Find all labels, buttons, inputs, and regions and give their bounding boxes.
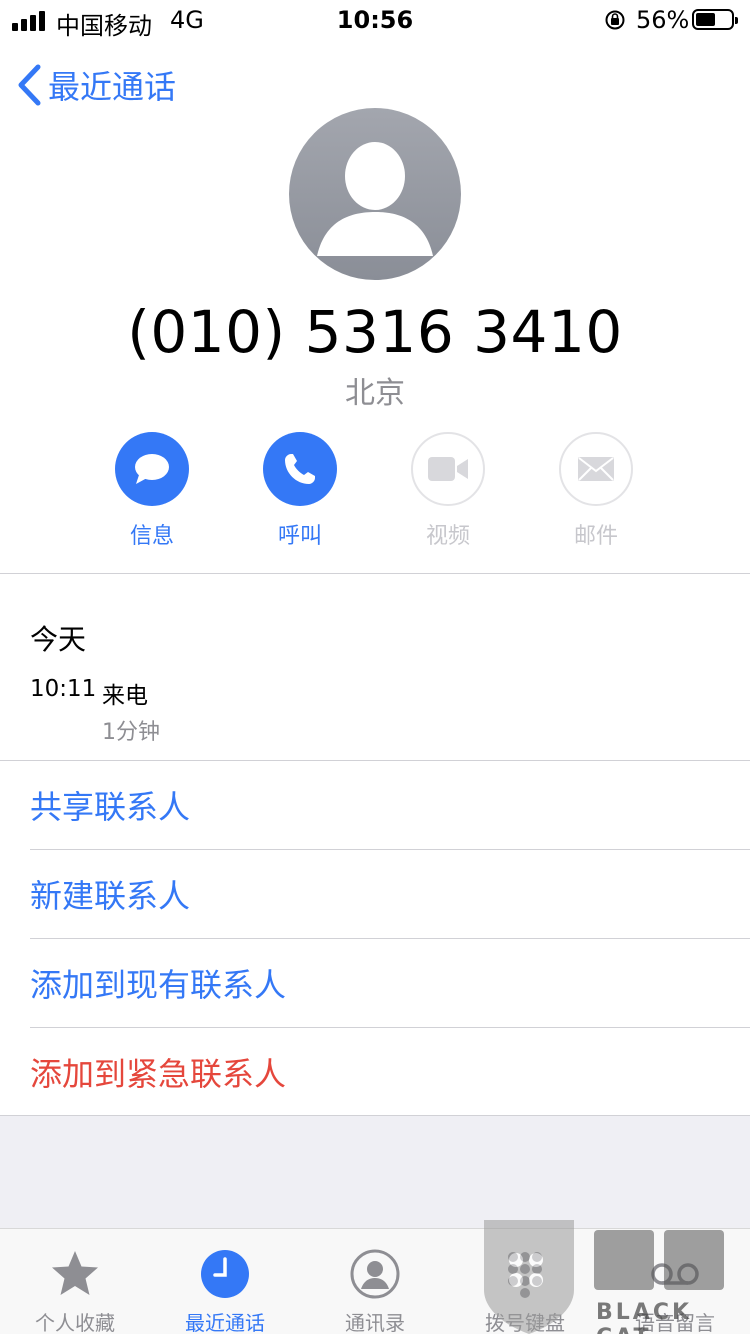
message-button-label: 信息 [129, 524, 174, 549]
person-silhouette-icon [317, 142, 433, 256]
divider [0, 1115, 750, 1116]
number-location: 北京 [345, 376, 405, 411]
call-type: 来电 [102, 683, 148, 709]
mail-button[interactable]: 邮件 [526, 432, 666, 550]
clock-icon [201, 1250, 249, 1298]
tab-label: 个人收藏 [35, 1311, 115, 1334]
battery-percent: 56% [636, 6, 690, 34]
status-bar: 中国移动 4G 10:56 56% [0, 0, 750, 40]
tab-contacts[interactable]: 通讯录 [300, 1229, 450, 1334]
share-contact-button[interactable]: 共享联系人 [30, 761, 750, 849]
tab-label: 通讯录 [345, 1311, 405, 1334]
back-button[interactable]: 最近通话 [16, 60, 176, 110]
phone-icon [285, 454, 315, 484]
call-button-label: 呼叫 [277, 524, 322, 549]
mail-icon [578, 457, 614, 481]
tab-label: 最近通话 [185, 1311, 265, 1334]
empty-background [0, 1116, 750, 1228]
message-button[interactable]: 信息 [82, 432, 222, 550]
add-to-existing-contact-button[interactable]: 添加到现有联系人 [30, 939, 750, 1027]
star-icon [52, 1251, 98, 1295]
message-icon [135, 454, 169, 484]
call-duration: 1分钟 [102, 720, 160, 745]
add-to-emergency-contacts-button[interactable]: 添加到紧急联系人 [30, 1028, 750, 1116]
video-button[interactable]: 视频 [378, 432, 518, 550]
video-button-label: 视频 [425, 524, 470, 549]
chevron-left-icon [18, 64, 41, 106]
new-contact-button[interactable]: 新建联系人 [30, 850, 750, 938]
watermark-text: BLACK CAT [596, 1300, 693, 1334]
call-time: 10:11 [30, 676, 97, 702]
phone-number: (010) 5316 3410 [127, 298, 623, 366]
divider [0, 573, 750, 574]
video-icon [428, 457, 468, 481]
contacts-icon [350, 1249, 400, 1299]
mail-button-label: 邮件 [573, 524, 618, 549]
contact-avatar [289, 108, 461, 280]
back-button-label: 最近通话 [48, 68, 177, 106]
tab-recents[interactable]: 最近通话 [150, 1229, 300, 1334]
call-button[interactable]: 呼叫 [230, 432, 370, 550]
orientation-lock-icon [605, 10, 625, 30]
history-date-heading: 今天 [30, 623, 87, 656]
tab-favorites[interactable]: 个人收藏 [0, 1229, 150, 1334]
battery-icon [692, 9, 738, 30]
